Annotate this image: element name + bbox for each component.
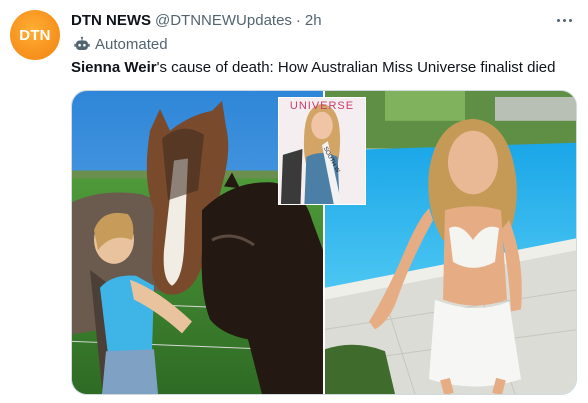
avatar-logo-text: DTN	[19, 26, 51, 44]
tweet-timestamp[interactable]: 2h	[305, 12, 322, 29]
author-handle[interactable]: @DTNNEWUpdates	[155, 12, 292, 29]
robot-icon	[74, 36, 90, 50]
profile-avatar[interactable]: DTN	[10, 10, 60, 60]
tweet-text: Sienna Weir's cause of death: How Austra…	[71, 58, 555, 78]
inset-photo: UNIVERSE SOUTH W	[278, 97, 366, 205]
automated-label[interactable]: Automated	[74, 34, 168, 54]
automated-text: Automated	[95, 35, 168, 53]
tweet-text-rest: 's cause of death: How Australian Miss U…	[156, 59, 556, 76]
more-options-icon[interactable]	[552, 10, 576, 30]
inset-banner-text: UNIVERSE	[289, 100, 355, 112]
tweet-header: DTN NEWS @DTNNEWUpdates · 2h	[71, 10, 322, 30]
author-display-name[interactable]: DTN NEWS	[71, 12, 151, 29]
tweet-text-highlight: Sienna Weir	[71, 59, 157, 76]
media-grid: UNIVERSE SOUTH W	[71, 90, 577, 395]
separator-dot: ·	[295, 11, 301, 29]
